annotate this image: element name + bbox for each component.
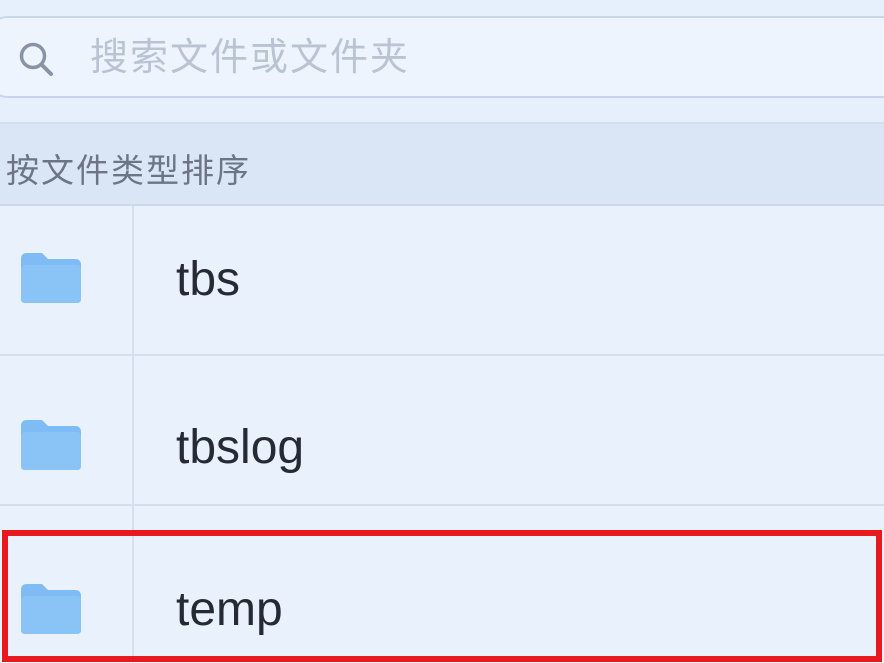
search-box[interactable]: [0, 16, 884, 98]
folder-name: tbslog: [176, 421, 305, 474]
folder-name: tbs: [176, 253, 241, 306]
folder-name: temp: [176, 583, 283, 636]
folder-icon: [21, 420, 81, 470]
sort-by-type-label: 按文件类型排序: [6, 151, 251, 190]
folder-icon: [21, 253, 81, 303]
sort-section-header: 按文件类型排序: [0, 124, 884, 206]
search-icon: [19, 42, 53, 76]
icon-cell: [0, 206, 134, 354]
folder-row-tbslog[interactable]: tbslog: [0, 356, 884, 506]
folder-row-tbs[interactable]: tbs: [0, 206, 884, 356]
search-bar-area: [0, 0, 884, 124]
folder-icon: [21, 584, 81, 634]
icon-cell: [0, 506, 134, 663]
search-input[interactable]: [90, 28, 850, 86]
folder-row-temp[interactable]: temp: [0, 506, 884, 663]
file-list: tbs tbslog temp: [0, 206, 884, 663]
icon-cell: [0, 356, 134, 504]
